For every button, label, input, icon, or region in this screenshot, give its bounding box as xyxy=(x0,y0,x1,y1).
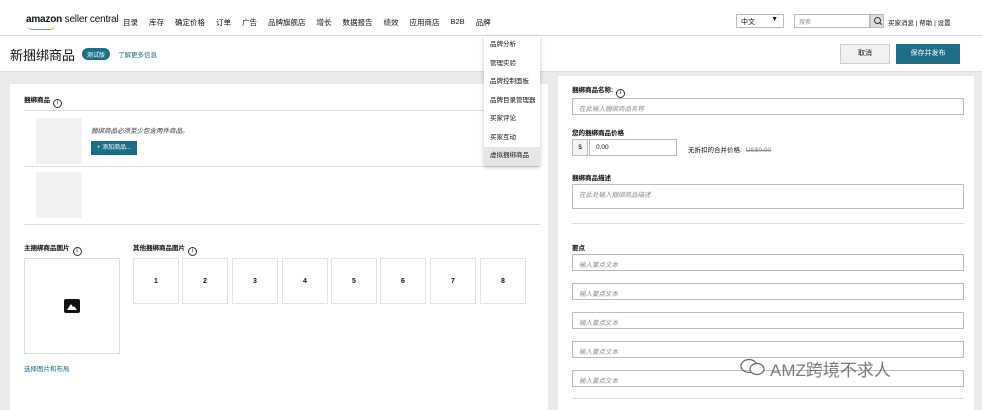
bundle-price-label: 您的捆绑商品价格 xyxy=(572,130,624,137)
image-icon xyxy=(64,299,80,313)
top-navigation-bar: amazon seller central 目录 库存 确定价格 订单 广告 品… xyxy=(0,0,982,36)
info-icon[interactable]: i xyxy=(72,247,82,256)
nav-pricing[interactable]: 确定价格 xyxy=(175,17,205,28)
menu-item-brand-catalog[interactable]: 品牌目录管理器 xyxy=(484,92,540,111)
image-slot-8[interactable]: 8 xyxy=(480,258,526,304)
main-image-label-text: 主捆绑商品图片 xyxy=(24,245,70,252)
nav-b2b[interactable]: B2B xyxy=(451,17,465,28)
amazon-seller-central-logo[interactable]: amazon seller central xyxy=(26,14,119,30)
beta-badge: 测试版 xyxy=(82,48,111,60)
cancel-button[interactable]: 取消 xyxy=(840,44,890,64)
chevron-down-icon: ▼ xyxy=(771,16,778,23)
no-discount-label: 无折扣的合并价格: xyxy=(688,147,742,154)
divider xyxy=(24,224,540,225)
bundle-name-label: 捆绑商品名称: i xyxy=(572,84,626,98)
nav-catalog[interactable]: 目录 xyxy=(123,17,138,28)
logo-suffix: seller central xyxy=(64,14,119,25)
nav-orders[interactable]: 订单 xyxy=(216,17,231,28)
watermark-text: AMZ跨境不求人 xyxy=(770,361,891,380)
bundle-products-label: 捆绑商品 i xyxy=(24,94,62,108)
image-slot-1[interactable]: 1 xyxy=(133,258,179,304)
search-placeholder: 搜索 xyxy=(799,20,812,26)
bundle-hint: 捆绑商品必须至少包含两件商品。 xyxy=(91,128,189,135)
save-publish-button[interactable]: 保存并发布 xyxy=(896,44,960,64)
menu-item-engagement[interactable]: 买家互动 xyxy=(484,129,540,148)
product-thumb-placeholder xyxy=(36,172,82,218)
image-slot-3[interactable]: 3 xyxy=(232,258,278,304)
bundle-price-input[interactable]: 0.00 xyxy=(589,139,677,156)
nav-reports[interactable]: 数据报告 xyxy=(343,17,373,28)
nav-brands[interactable]: 品牌 xyxy=(476,17,491,28)
product-thumb-placeholder xyxy=(36,118,82,164)
search-icon[interactable] xyxy=(870,14,884,28)
menu-item-experiments[interactable]: 管理实验 xyxy=(484,55,540,74)
wechat-icon xyxy=(740,358,765,376)
nav-growth[interactable]: 增长 xyxy=(317,17,332,28)
divider xyxy=(24,166,540,167)
search-input[interactable]: 搜索 xyxy=(794,14,870,28)
top-links[interactable]: 买家消息 | 帮助 | 设置 xyxy=(888,17,951,27)
language-value: 中文 xyxy=(741,19,755,26)
nav-stores[interactable]: 品牌旗舰店 xyxy=(268,17,306,28)
nav-appstore[interactable]: 应用商店 xyxy=(410,17,440,28)
bullet-point-input-3[interactable]: 输入要点文本 xyxy=(572,312,964,329)
bullet-point-input-5[interactable]: 输入要点文本 xyxy=(572,370,964,387)
nav-advertising[interactable]: 广告 xyxy=(242,17,257,28)
info-icon[interactable]: i xyxy=(188,247,197,256)
menu-item-reviews[interactable]: 买家评论 xyxy=(484,110,540,129)
image-slot-5[interactable]: 5 xyxy=(331,258,377,304)
bullet-point-input-1[interactable]: 输入要点文本 xyxy=(572,254,964,271)
nav-performance[interactable]: 绩效 xyxy=(384,17,399,28)
bundle-products-label-text: 捆绑商品 xyxy=(24,97,50,104)
divider xyxy=(572,398,964,399)
main-nav: 目录 库存 确定价格 订单 广告 品牌旗舰店 增长 数据报告 绩效 应用商店 B… xyxy=(123,17,491,28)
add-product-button[interactable]: + 添加商品... xyxy=(91,141,137,155)
menu-item-brand-analytics[interactable]: 品牌分析 xyxy=(484,36,540,55)
info-icon[interactable]: i xyxy=(616,89,626,98)
main-image-label: 主捆绑商品图片 i xyxy=(24,242,82,256)
amazon-smile-icon xyxy=(27,25,55,30)
bundle-description-label: 捆绑商品描述 xyxy=(572,175,611,182)
image-slot-2[interactable]: 2 xyxy=(182,258,228,304)
bullet-points-label: 要点 xyxy=(572,245,585,252)
bullet-point-input-4[interactable]: 输入要点文本 xyxy=(572,341,964,358)
page-title: 新捆绑商品 xyxy=(10,48,76,63)
no-discount-value: US$0.00 xyxy=(745,147,772,154)
learn-more-link[interactable]: 了解更多信息 xyxy=(118,49,157,59)
bundle-name-label-text: 捆绑商品名称: xyxy=(572,87,614,94)
info-icon[interactable]: i xyxy=(53,99,62,108)
currency-symbol: $ xyxy=(572,139,588,156)
image-slot-7[interactable]: 7 xyxy=(430,258,476,304)
other-images-label-text: 其他捆绑商品图片 xyxy=(133,245,185,252)
divider xyxy=(572,223,964,224)
brand-menu: 品牌分析 管理实验 品牌控制面板 品牌目录管理器 买家评论 买家互动 虚拟捆绑商… xyxy=(484,36,540,166)
main-image-dropzone[interactable] xyxy=(24,258,120,354)
no-discount-price: 无折扣的合并价格: US$0.00 xyxy=(688,144,771,154)
image-slot-4[interactable]: 4 xyxy=(282,258,328,304)
divider xyxy=(24,110,540,111)
logo-brand: amazon xyxy=(26,14,63,25)
language-select[interactable]: 中文 ▼ xyxy=(736,14,784,28)
menu-item-virtual-bundles[interactable]: 虚拟捆绑商品 xyxy=(484,147,540,166)
bundle-description-textarea[interactable]: 在此处输入捆绑商品描述 xyxy=(572,184,964,209)
choose-image-layout-link[interactable]: 选择图片和布局 xyxy=(24,363,70,373)
image-slot-6[interactable]: 6 xyxy=(380,258,426,304)
nav-inventory[interactable]: 库存 xyxy=(149,17,164,28)
other-images-label: 其他捆绑商品图片 i xyxy=(133,242,197,256)
bundle-name-input[interactable]: 在此输入捆绑商品名称 xyxy=(572,98,964,115)
bullet-point-input-2[interactable]: 输入要点文本 xyxy=(572,283,964,300)
menu-item-brand-dashboard[interactable]: 品牌控制面板 xyxy=(484,73,540,92)
